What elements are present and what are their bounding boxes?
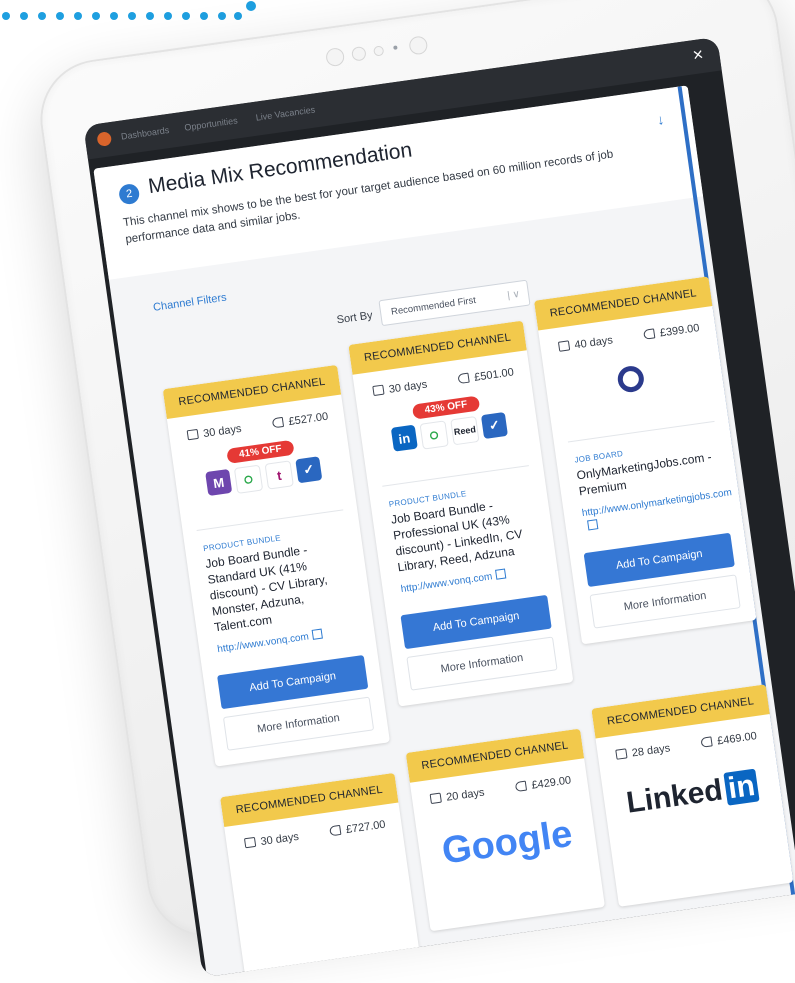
duration: 30 days [243,831,300,850]
calendar-icon [557,340,571,352]
talent-logo: t [264,460,294,490]
sort-select-value: Recommended First [390,294,477,318]
channel-card: RECOMMENDED CHANNEL 28 days £469.00 Link… [591,684,794,907]
duration: 30 days [372,379,428,398]
external-link-icon [311,628,324,640]
reed-logo: Reed [450,415,480,446]
monster-logo: M [205,468,233,497]
adzuna-logo: ✓ [480,411,509,440]
price: £727.00 [329,819,386,839]
app-logo [96,131,113,147]
price-tag-icon [457,372,470,385]
external-link-icon [587,519,599,531]
price: £501.00 [457,366,515,386]
calendar-icon [372,384,385,397]
cv-library-logo: ੦ [233,464,264,494]
nav-opportunities[interactable]: Opportunities [184,115,238,132]
calendar-icon [186,428,199,441]
step-badge: 2 [117,182,141,206]
price: £527.00 [272,411,329,431]
calendar-icon [429,792,442,805]
duration: 40 days [557,334,614,353]
price: £429.00 [515,774,572,794]
price-tag-icon [272,416,285,429]
decorative-dots [0,1,270,26]
tablet-screen: Dashboards Opportunities Live Vacancies … [83,36,795,978]
price-tag-icon [700,736,713,748]
channel-card: RECOMMENDED CHANNEL 30 days £501.00 43% … [348,320,574,707]
external-link-icon [495,568,507,580]
channel-filters-link[interactable]: Channel Filters [152,292,227,314]
duration: 20 days [429,787,485,806]
media-mix-panel: 2 Media Mix Recommendation ↓ This channe… [93,85,795,978]
tablet-frame: Dashboards Opportunities Live Vacancies … [35,0,795,978]
channel-name: Job Board Bundle - Standard UK (41% disc… [204,542,329,635]
linkedin-logo: Linkedin [624,768,761,821]
linkedin-logo: in [390,424,418,452]
chevron-down-icon: | ∨ [506,288,521,302]
nav-live-vacancies[interactable]: Live Vacancies [255,104,316,122]
price-tag-icon [515,780,528,793]
duration: 28 days [615,742,671,761]
channel-card: RECOMMENDED CHANNEL 20 days £429.00 Goog… [405,728,606,932]
cv-library-logo: ੦ [419,420,449,450]
close-icon[interactable]: × [691,44,704,65]
price: £399.00 [643,322,700,342]
price: £469.00 [700,730,758,750]
nav-dashboards[interactable]: Dashboards [120,125,169,142]
channel-card: RECOMMENDED CHANNEL 30 days £727.00 [220,772,420,976]
duration: 30 days [186,423,242,442]
onlymarketingjobs-logo [616,364,646,394]
adzuna-logo: ✓ [295,456,323,484]
google-logo: Google [439,812,575,873]
price-tag-icon [329,824,342,837]
tablet-camera [324,27,486,69]
calendar-icon [615,748,628,760]
sort-select[interactable]: Recommended First | ∨ [378,279,531,327]
calendar-icon [243,836,257,849]
price-tag-icon [643,328,656,340]
channel-card: RECOMMENDED CHANNEL 30 days £527.00 41% … [162,364,390,767]
arrow-down-icon[interactable]: ↓ [656,111,665,128]
sort-by-label: Sort By [335,309,374,327]
channel-card: RECOMMENDED CHANNEL 40 days £399.00 JOB … [533,276,757,645]
